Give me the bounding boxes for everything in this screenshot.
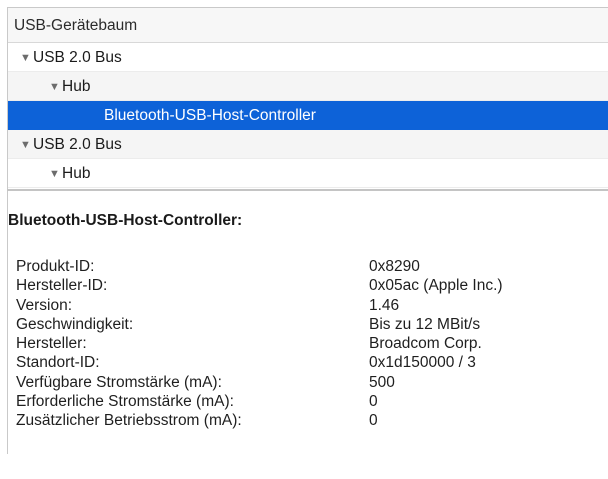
property-row-erforderliche-stromstaerke: Erforderliche Stromstärke (mA): 0 [16,392,503,411]
property-value: 0x1d150000 / 3 [369,354,476,372]
property-list: Produkt-ID: 0x8290 Hersteller-ID: 0x05ac… [16,257,503,431]
tree-row-usb-bus-1[interactable]: ▼ USB 2.0 Bus [8,43,608,72]
property-row-geschwindigkeit: Geschwindigkeit: Bis zu 12 MBit/s [16,315,503,334]
property-value: Broadcom Corp. [369,335,482,353]
property-value: Bis zu 12 MBit/s [369,315,481,333]
property-key: Hersteller: [16,335,87,353]
property-row-produkt-id: Produkt-ID: 0x8290 [16,257,503,276]
property-value: 1.46 [369,296,400,314]
tree-row-label: USB 2.0 Bus [33,49,122,66]
property-key: Zusätzlicher Betriebsstrom (mA): [16,412,242,430]
property-row-zusaetzlicher-betriebsstrom: Zusätzlicher Betriebsstrom (mA): 0 [16,411,503,430]
property-row-hersteller: Hersteller: Broadcom Corp. [16,334,503,353]
property-key: Standort-ID: [16,354,100,372]
property-key: Hersteller-ID: [16,277,108,295]
device-detail-panel: Bluetooth-USB-Host-Controller: Produkt-I… [7,191,608,454]
property-value: 0x05ac (Apple Inc.) [369,277,503,295]
usb-device-tree: USB-Gerätebaum ▼ USB 2.0 Bus ▼ Hub Bluetoo… [7,7,608,189]
disclosure-triangle-expanded-icon[interactable]: ▼ [49,160,62,189]
detail-title: Bluetooth-USB-Host-Controller: [8,212,243,229]
property-value: 500 [369,373,395,391]
property-value: 0 [369,412,378,430]
property-row-standort-id: Standort-ID: 0x1d150000 / 3 [16,353,503,372]
property-row-hersteller-id: Hersteller-ID: 0x05ac (Apple Inc.) [16,276,503,295]
tree-row-bluetooth-usb-host-controller[interactable]: Bluetooth-USB-Host-Controller [8,101,608,130]
property-value: 0x8290 [369,258,420,275]
tree-row-label: Hub [62,165,91,182]
property-key: Geschwindigkeit: [16,315,134,333]
property-value: 0 [369,393,378,411]
bottom-margin [0,454,608,479]
tree-row-label: USB 2.0 Bus [33,136,122,153]
tree-row-hub-1[interactable]: ▼ Hub [8,72,608,101]
tree-header: USB-Gerätebaum [8,8,608,43]
property-key: Version: [16,296,73,314]
tree-row-usb-bus-2[interactable]: ▼ USB 2.0 Bus [8,130,608,159]
disclosure-triangle-expanded-icon[interactable]: ▼ [20,131,33,160]
tree-row-hub-2[interactable]: ▼ Hub [8,159,608,188]
property-row-version: Version: 1.46 [16,296,503,315]
tree-row-label: Hub [62,78,91,95]
tree-row-label: Bluetooth-USB-Host-Controller [104,107,316,124]
disclosure-triangle-expanded-icon[interactable]: ▼ [49,73,62,102]
system-information-window: USB-Gerätebaum ▼ USB 2.0 Bus ▼ Hub Bluetoo… [0,0,608,479]
property-key: Verfügbare Stromstärke (mA): [16,373,222,391]
property-key: Produkt-ID: [16,258,95,275]
disclosure-triangle-expanded-icon[interactable]: ▼ [20,44,33,73]
property-row-verfuegbare-stromstaerke: Verfügbare Stromstärke (mA): 500 [16,373,503,392]
property-key: Erforderliche Stromstärke (mA): [16,393,234,411]
